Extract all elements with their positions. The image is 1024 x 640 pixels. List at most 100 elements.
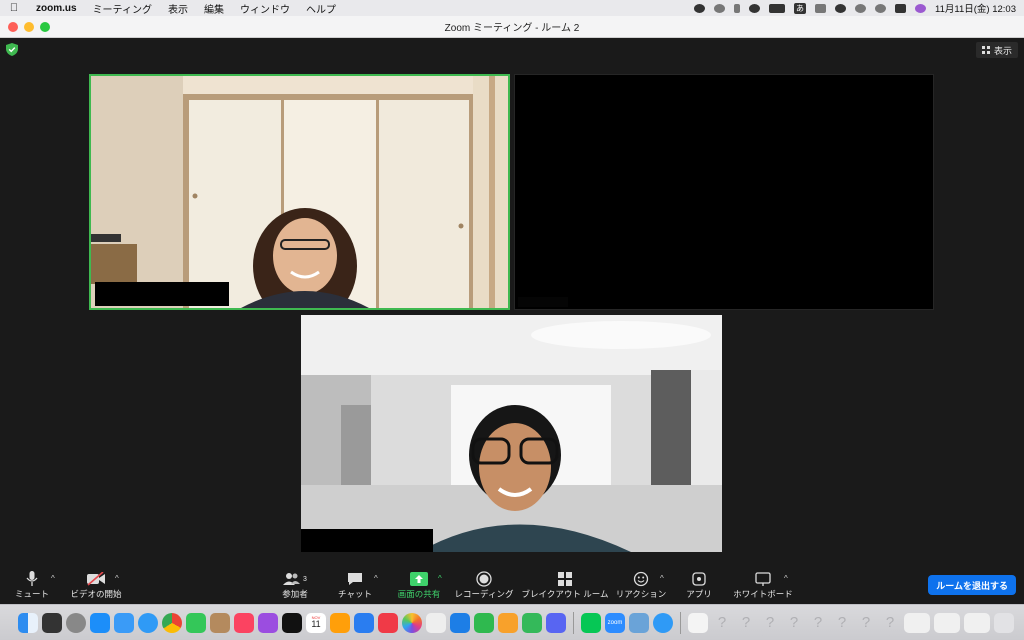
whiteboard-label: ホワイトボード <box>733 589 793 599</box>
safari-icon[interactable] <box>138 612 158 633</box>
window-title: Zoom ミーティング - ルーム 2 <box>444 23 580 34</box>
participants-button[interactable]: 3 参加者 <box>278 566 312 604</box>
mute-options-chevron-up-icon[interactable]: ^ <box>51 574 55 583</box>
menu-edit[interactable]: 編集 <box>196 1 232 16</box>
screen-record-icon[interactable] <box>714 3 726 13</box>
placeholder-app-icon[interactable]: ? <box>880 613 900 633</box>
wifi-icon[interactable] <box>815 3 827 13</box>
mail-icon[interactable] <box>114 612 134 633</box>
participant-video-tile-2[interactable] <box>514 74 934 310</box>
keynote-podium-icon[interactable] <box>450 612 470 633</box>
apple-tv-icon[interactable] <box>282 612 302 633</box>
facetime-icon[interactable] <box>186 612 206 633</box>
music-icon[interactable] <box>234 612 254 633</box>
reactions-button[interactable]: リアクション <box>616 566 666 604</box>
search-icon[interactable] <box>875 3 887 13</box>
whiteboard-button[interactable]: ホワイトボード <box>733 566 793 604</box>
trash-icon[interactable] <box>994 612 1014 633</box>
numbers-chart-icon[interactable] <box>522 612 542 633</box>
placeholder-app-icon[interactable]: ? <box>784 613 804 633</box>
calendar-icon[interactable]: NOV 11 <box>306 612 326 633</box>
placeholder-app-icon[interactable]: ? <box>856 613 876 633</box>
placeholder-app-icon[interactable]: ? <box>760 613 780 633</box>
system-settings-icon[interactable] <box>653 612 673 633</box>
placeholder-app-icon[interactable]: ? <box>736 613 756 633</box>
participants-icon <box>283 573 301 585</box>
mute-button[interactable]: ミュート <box>12 566 52 604</box>
start-video-button[interactable]: ビデオの開始 <box>68 566 124 604</box>
dock: NOV 11 zoom ? ? ? ? ? ? ? ? <box>0 604 1024 640</box>
participant-video-tile-3[interactable] <box>301 315 722 552</box>
share-options-chevron-up-icon[interactable]: ^ <box>438 574 442 583</box>
placeholder-app-icon[interactable]: ? <box>832 613 852 633</box>
podcasts-icon[interactable] <box>258 612 278 633</box>
close-window-icon[interactable] <box>8 22 18 32</box>
share-screen-button[interactable]: 画面の共有 <box>396 566 442 604</box>
menu-help[interactable]: ヘルプ <box>298 1 344 16</box>
chat-options-chevron-up-icon[interactable]: ^ <box>374 574 378 583</box>
contacts-icon[interactable] <box>210 612 230 633</box>
security-shield-icon[interactable] <box>6 43 18 56</box>
chrome-icon[interactable] <box>162 612 182 633</box>
headphones-icon[interactable] <box>749 3 761 13</box>
time-machine-icon[interactable] <box>855 3 867 13</box>
keynote-icon[interactable] <box>354 612 374 633</box>
leave-room-button[interactable]: ルームを退出する <box>928 575 1016 595</box>
mission-control-icon[interactable] <box>42 612 62 633</box>
view-toggle-label: 表示 <box>993 45 1012 56</box>
books-icon[interactable] <box>330 612 350 633</box>
menu-view[interactable]: 表示 <box>160 1 196 16</box>
document-icon[interactable] <box>688 612 708 633</box>
whiteboard-options-chevron-up-icon[interactable]: ^ <box>784 574 788 583</box>
placeholder-app-icon[interactable]: ? <box>808 613 828 633</box>
launchpad-icon[interactable] <box>66 612 86 633</box>
numbers-icon[interactable] <box>474 612 494 633</box>
siri-icon[interactable] <box>915 3 927 13</box>
menu-clock[interactable]: 11月11日(金) 12:03 <box>935 1 1016 15</box>
app-store-icon[interactable] <box>90 612 110 633</box>
window-thumbnail-icon[interactable] <box>934 612 960 633</box>
window-thumbnail-icon[interactable] <box>964 612 990 633</box>
menu-bar:  zoom.us ミーティング 表示 編集 ウィンドウ ヘルプ あ 11月11… <box>0 0 1024 16</box>
menu-meeting[interactable]: ミーティング <box>85 1 160 16</box>
menu-app-name[interactable]: zoom.us <box>28 3 85 14</box>
menu-window[interactable]: ウィンドウ <box>232 1 298 16</box>
control-center-icon[interactable] <box>895 3 907 13</box>
user-icon[interactable] <box>835 3 847 13</box>
battery-icon[interactable] <box>769 3 786 13</box>
reactions-options-chevron-up-icon[interactable]: ^ <box>660 574 664 583</box>
breakout-rooms-button[interactable]: ブレイクアウト ルーム <box>521 566 609 604</box>
breakout-rooms-label: ブレイクアウト ルーム <box>521 589 609 599</box>
video-off-icon <box>87 572 105 586</box>
finder-icon[interactable] <box>18 612 38 633</box>
video-options-chevron-up-icon[interactable]: ^ <box>115 574 119 583</box>
maximize-window-icon[interactable] <box>40 22 50 32</box>
apps-icon <box>692 572 706 586</box>
window-thumbnail-icon[interactable] <box>904 612 930 633</box>
apps-label: アプリ <box>686 589 712 599</box>
apple-menu-icon[interactable]:  <box>0 2 28 14</box>
app-grid-icon[interactable] <box>426 612 446 633</box>
chat-button[interactable]: チャット <box>336 566 374 604</box>
view-toggle-button[interactable]: 表示 <box>975 42 1018 58</box>
placeholder-app-icon[interactable]: ? <box>712 613 732 633</box>
bluetooth-icon[interactable] <box>734 3 741 13</box>
participant-video-frame <box>301 315 722 552</box>
news-icon[interactable] <box>378 612 398 633</box>
minimize-window-icon[interactable] <box>24 22 34 32</box>
dock-separator <box>680 611 681 634</box>
record-button[interactable]: レコーディング <box>455 566 513 604</box>
participant-video-tile-1[interactable] <box>89 74 510 310</box>
zoom-app-icon[interactable]: zoom <box>605 612 625 633</box>
pages-icon[interactable] <box>498 612 518 633</box>
discord-icon[interactable] <box>546 612 566 633</box>
line-icon[interactable] <box>581 612 601 633</box>
photos-icon[interactable] <box>402 612 422 633</box>
participant-video-frame <box>91 76 508 308</box>
participants-label: 参加者 <box>282 589 308 599</box>
input-mode-icon[interactable]: あ <box>794 2 807 14</box>
zoom-tray-icon[interactable] <box>694 3 706 13</box>
meeting-toolbar: ミュート ^ ビデオの開始 ^ 3 参加者 チャット ^ 画面の共有 ^ レコー… <box>0 566 1024 604</box>
preview-icon[interactable] <box>629 612 649 633</box>
apps-button[interactable]: アプリ <box>684 566 714 604</box>
